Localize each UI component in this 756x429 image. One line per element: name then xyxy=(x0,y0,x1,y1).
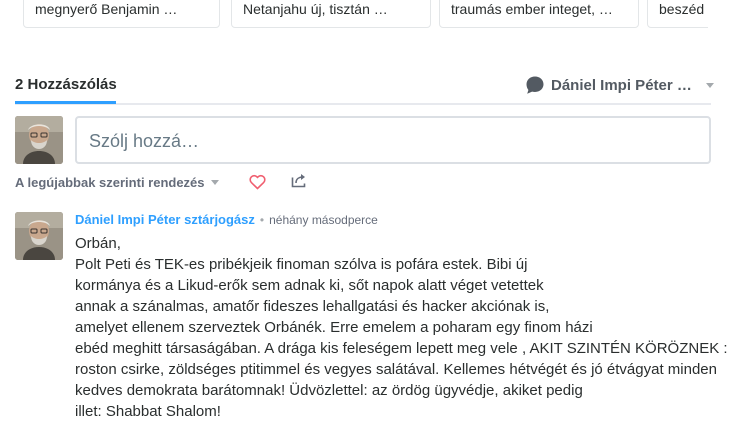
comment-input[interactable] xyxy=(87,118,691,164)
user-menu-name: Dániel Impi Péter … xyxy=(551,76,692,94)
comment-author-link[interactable]: Dániel Impi Péter sztárjogász xyxy=(75,212,255,227)
comment-line: Polt Peti és TEK-es pribékjeik finoman s… xyxy=(75,256,528,273)
sort-label: A legújabbak szerinti rendezés xyxy=(15,175,205,190)
related-article-title: traumás ember integet, … xyxy=(451,1,613,17)
user-menu[interactable]: Dániel Impi Péter … xyxy=(525,74,714,96)
share-icon[interactable] xyxy=(291,173,307,188)
comments-section: megnyerő Benjamin … Netanjahu új, tisztá… xyxy=(0,0,756,429)
chevron-down-icon xyxy=(210,180,219,185)
related-articles-strip: megnyerő Benjamin … Netanjahu új, tisztá… xyxy=(0,0,708,30)
comment-line: annak a szánalmas, amatőr fideszes lehal… xyxy=(75,298,550,315)
tab-comments-count[interactable]: 2 Hozzászólás xyxy=(15,76,117,93)
comment-line: kormánya és a Likud-erők sem adnak ki, s… xyxy=(75,277,544,294)
comment-line: illet: Shabbat Shalom! xyxy=(75,403,221,420)
comment-line: roston csirke, zöldséges ptitimmel és ve… xyxy=(75,361,717,378)
comment-timestamp[interactable]: néhány másodperce xyxy=(269,213,378,227)
comment-line: kedves demokrata barátomnak! Üdvözlettel… xyxy=(75,382,583,399)
sort-dropdown[interactable]: A legújabbak szerinti rendezés xyxy=(15,175,219,190)
related-article-card[interactable]: Netanjahu új, tisztán … xyxy=(231,0,431,28)
comment-author-avatar[interactable] xyxy=(15,212,63,260)
related-article-title: megnyerő Benjamin … xyxy=(35,1,178,17)
comment-header: Dániel Impi Péter sztárjogász • néhány m… xyxy=(75,212,378,227)
chevron-down-icon xyxy=(705,82,714,88)
comment-composer[interactable] xyxy=(75,116,711,164)
active-tab-indicator xyxy=(15,101,116,104)
speech-bubble-icon xyxy=(526,76,544,94)
comment-line: ebéd meghitt társaságában. A drága kis f… xyxy=(75,340,728,357)
tabs-divider xyxy=(15,103,711,105)
comment-line: Orbán, xyxy=(75,235,121,252)
current-user-avatar[interactable] xyxy=(15,116,63,164)
related-article-card[interactable]: megnyerő Benjamin … xyxy=(23,0,220,28)
comment-line: amelyet ellenem szerveztek Orbánék. Erre… xyxy=(75,319,593,336)
comment-body: Orbán, Polt Peti és TEK-es pribékjeik fi… xyxy=(75,233,728,422)
related-article-card[interactable]: traumás ember integet, … xyxy=(439,0,639,28)
related-article-title: beszéd xyxy=(659,1,705,17)
related-article-title: Netanjahu új, tisztán … xyxy=(243,1,388,17)
separator-dot: • xyxy=(259,213,265,227)
related-article-card[interactable]: beszéd xyxy=(647,0,708,28)
heart-icon[interactable] xyxy=(249,174,266,190)
